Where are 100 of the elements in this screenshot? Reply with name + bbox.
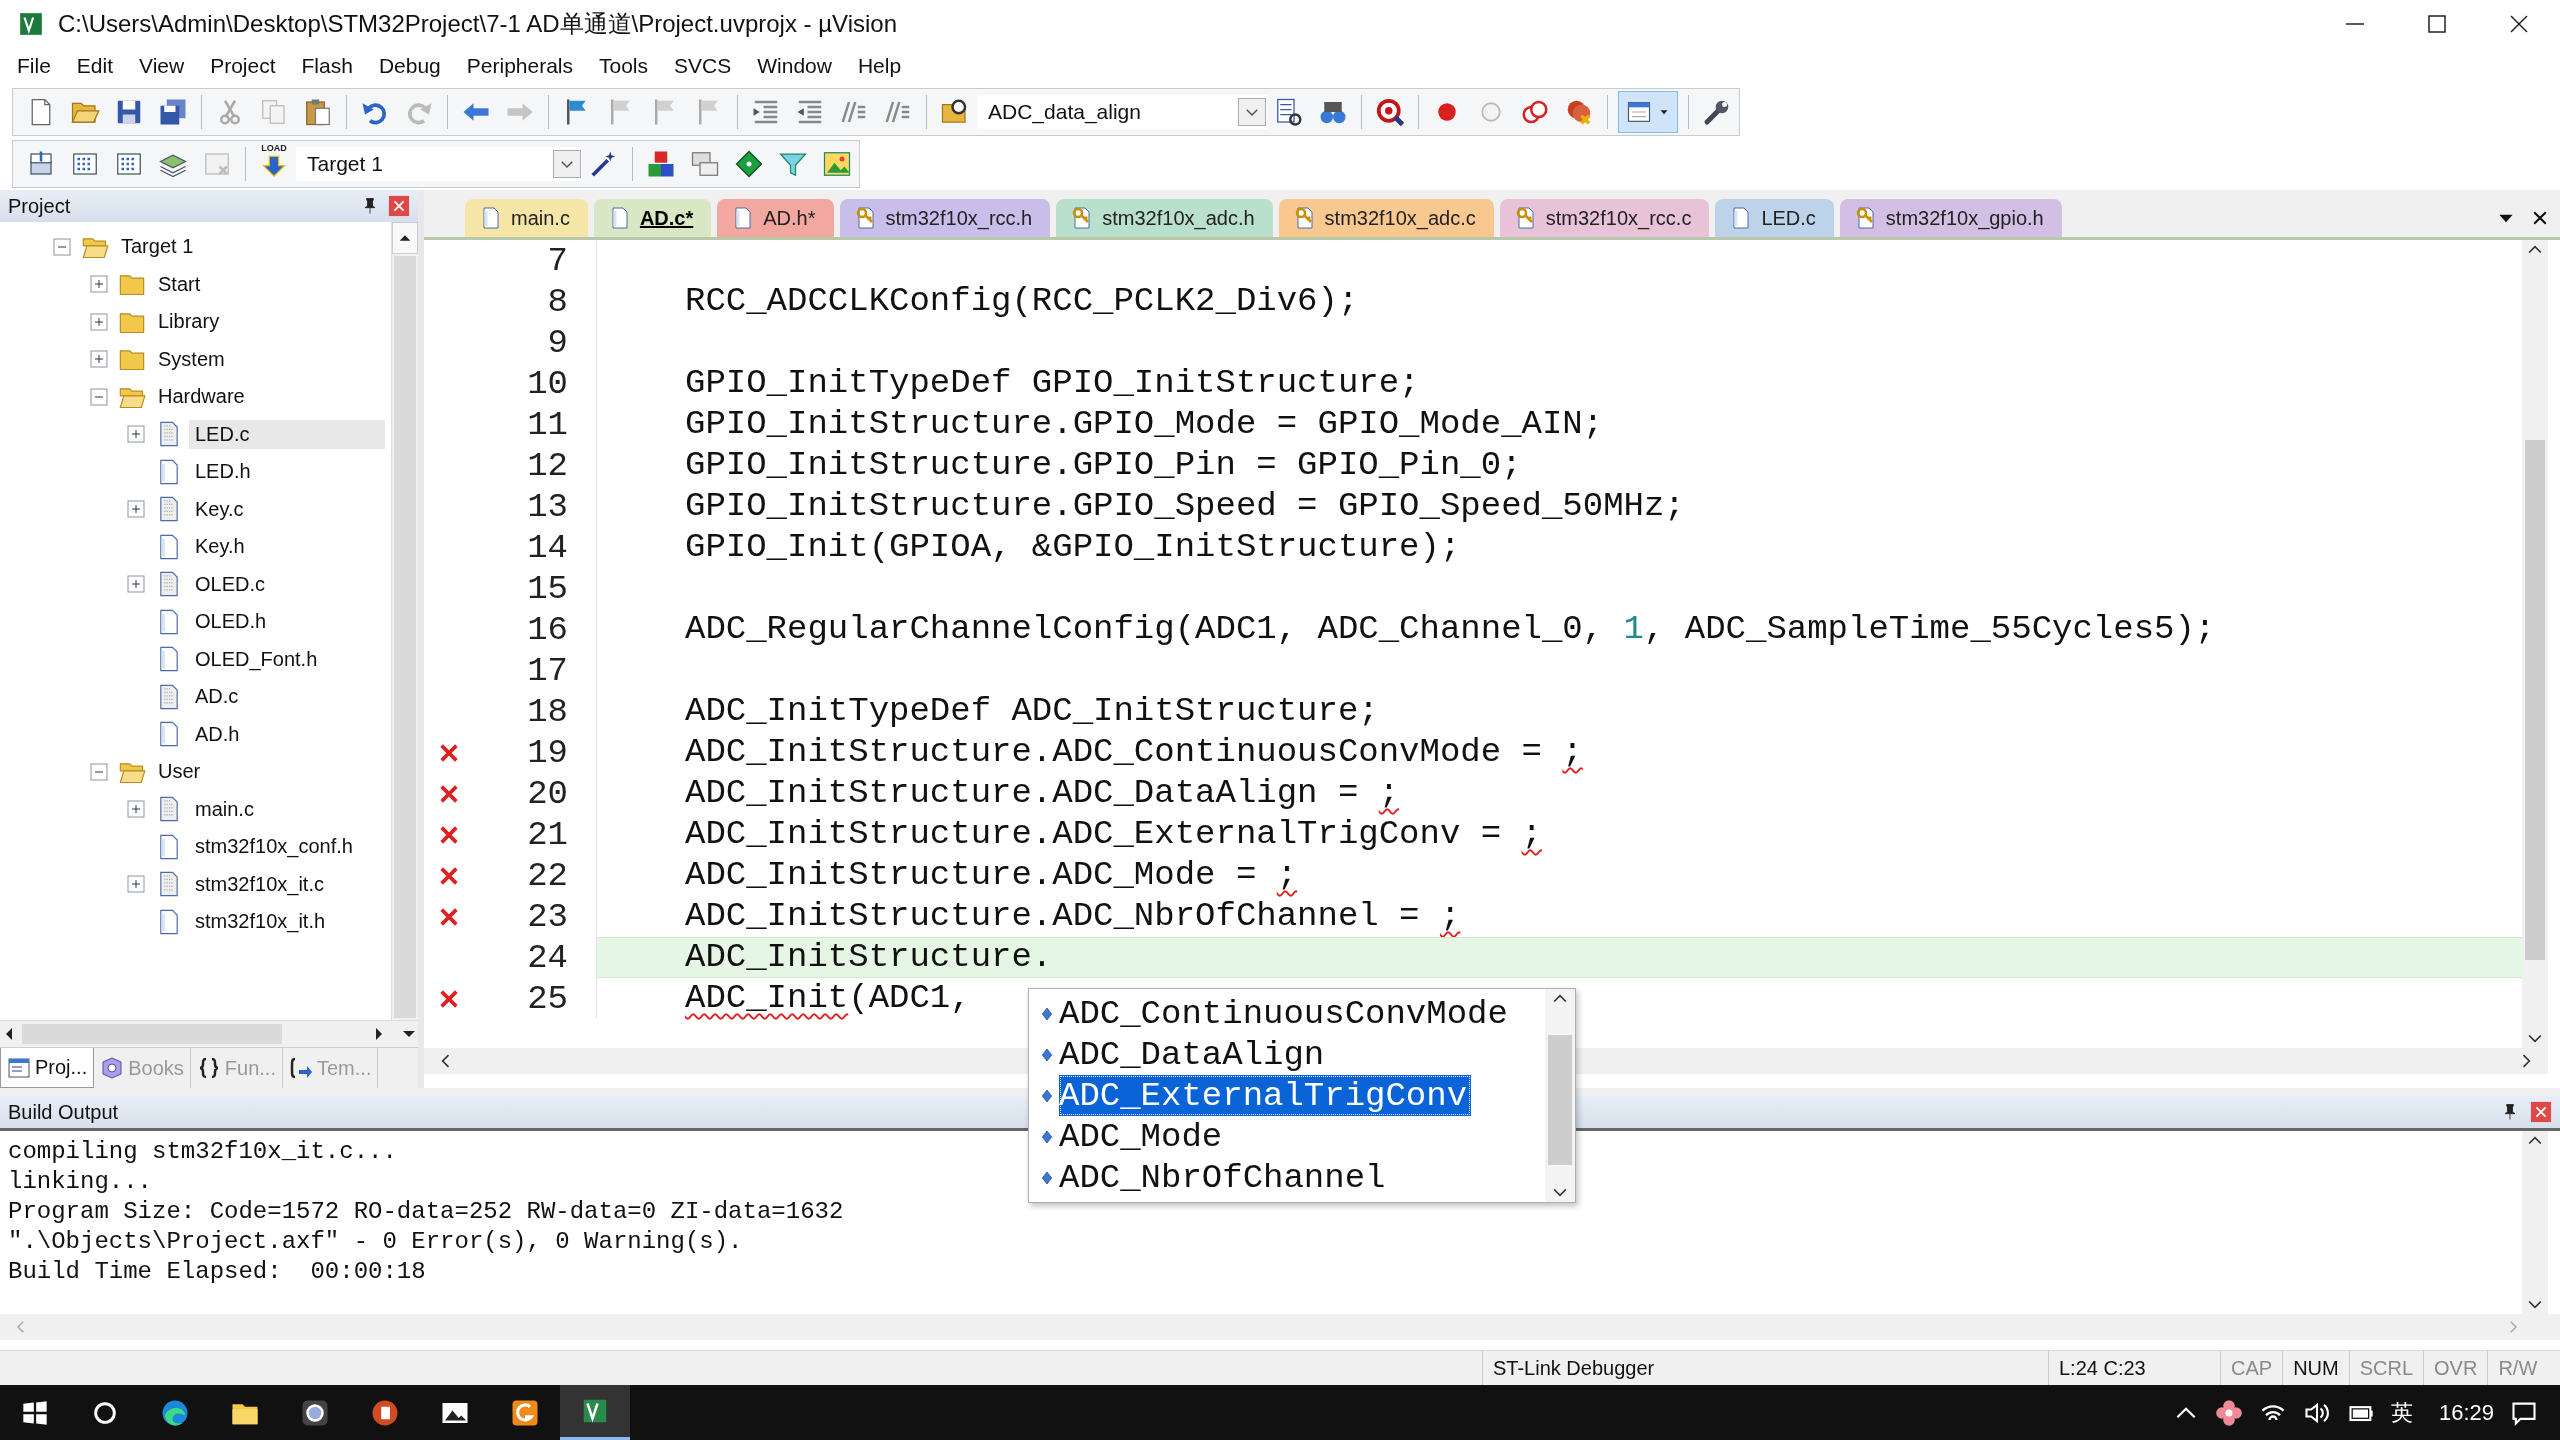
line-number: 16 [526,610,568,649]
tree-item[interactable]: stm32f10x_conf.h [189,832,359,862]
find-combo[interactable]: ADC_data_align [977,95,1267,129]
menu-item[interactable]: View [126,50,198,82]
tree-item[interactable]: Start [152,269,207,299]
tree-item[interactable]: OLED_Font.h [189,644,324,674]
tree-item[interactable]: System [152,344,231,374]
line-number: 22 [526,856,568,895]
taskbar-app[interactable] [560,1385,630,1440]
expand-toggle[interactable] [127,875,145,894]
app-icon [18,11,44,37]
panel-tab[interactable]: Proj... [0,1048,95,1088]
menu-item[interactable]: Project [197,50,289,82]
output-line: compiling stm32f10x_it.c... [8,1138,397,1165]
menu-item[interactable]: Window [744,50,845,82]
panel-title: Build Output [8,1100,120,1124]
menu-item[interactable]: Tools [586,50,662,82]
suggestion-item[interactable]: ADC_ExternalTrigConv [1059,1075,1472,1116]
clock[interactable]: 16:29 [2438,1399,2494,1426]
line-number: 19 [526,733,568,772]
editor-tab[interactable]: AD.h* [717,199,834,237]
editor-tab[interactable]: LED.c [1715,199,1834,237]
gallery-icon[interactable] [822,149,852,179]
collapse-toggle[interactable] [90,762,108,781]
suggestion-item[interactable]: ADC_Mode [1059,1116,1227,1157]
tree-item[interactable]: Library [152,307,226,337]
editor-tab[interactable]: stm32f10x_rcc.h [839,199,1051,237]
flower-icon[interactable] [2214,1398,2243,1427]
tree-item[interactable]: stm32f10x_it.h [189,907,332,937]
diamond-icon[interactable] [734,149,764,179]
expand-toggle[interactable] [90,350,108,369]
menu-item[interactable]: Debug [365,50,454,82]
tree-item[interactable]: OLED.c [189,569,272,599]
line-number: 15 [526,569,568,608]
collapse-toggle[interactable] [53,237,71,256]
start-icon[interactable] [21,1398,49,1427]
tree-item[interactable]: AD.h [189,719,246,749]
expand-toggle[interactable] [127,500,145,519]
load-label[interactable]: LOAD [261,143,287,154]
menu-item[interactable]: Edit [63,50,127,82]
panel-title: Project [8,194,72,218]
menu-item[interactable]: Peripherals [453,50,586,82]
line-number: 20 [526,774,568,813]
expand-toggle[interactable] [127,800,145,819]
expand-toggle[interactable] [90,275,108,294]
tree-item[interactable]: Target 1 [115,232,200,262]
template-icon [289,1056,313,1080]
tree-item[interactable]: main.c [189,794,260,824]
editor-tab[interactable]: main.c [465,199,588,237]
editor-tab[interactable]: AD.c* [593,199,712,237]
line-number: 9 [546,323,568,362]
editor-tab[interactable]: stm32f10x_gpio.h [1839,199,2062,237]
editor-tab[interactable]: stm32f10x_adc.c [1278,199,1494,237]
output-line: Program Size: Code=1572 RO-data=252 RW-data=0 ZI-data=1632 [8,1198,844,1225]
project-icon [7,1055,31,1080]
line-number: 14 [526,528,568,567]
menu-item[interactable]: Flash [288,50,366,82]
tree-item[interactable]: AD.c [189,682,245,712]
tree-item[interactable]: Key.c [189,494,250,524]
paste-icon[interactable] [303,97,333,127]
menu-item[interactable]: File [4,50,64,82]
book-icon [100,1056,125,1080]
editor-tab[interactable]: stm32f10x_adc.h [1056,199,1273,237]
tree-item[interactable]: LED.c [189,419,385,449]
save-all-icon[interactable] [158,97,188,127]
tree-item[interactable]: Hardware [152,382,251,412]
expand-toggle[interactable] [127,575,145,594]
line-number: 17 [526,651,568,690]
output-line: ".\Objects\Project.axf" - 0 Error(s), 0 Warning(s). [8,1228,743,1255]
line-number: 11 [526,405,568,444]
output-line: Build Time Elapsed: 00:00:18 [8,1258,426,1285]
output-line: linking... [8,1168,153,1195]
line-number: 23 [526,897,568,936]
windows-icon[interactable] [690,149,720,179]
editor-tab[interactable]: stm32f10x_rcc.c [1499,199,1710,237]
colored-blocks-icon[interactable] [646,149,676,179]
window-layout-button[interactable] [1618,91,1678,133]
menu-item[interactable]: SVCS [661,50,745,82]
window-title: C:\Users\Admin\Desktop\STM32Project\7-1 AD单通道\Project.uvprojx - µVision [58,9,897,39]
suggestion-item[interactable]: ADC_NbrOfChannel [1059,1157,1390,1198]
tree-item[interactable]: User [152,757,207,787]
line-number: 25 [526,979,568,1018]
tree-item[interactable]: OLED.h [189,607,273,637]
debug-magnifier-icon[interactable] [1375,97,1405,127]
tree-item[interactable]: Key.h [189,532,251,562]
expand-toggle[interactable] [90,312,108,331]
tree-item[interactable]: stm32f10x_it.c [189,869,330,899]
collapse-toggle[interactable] [90,387,108,406]
line-number: 8 [546,282,568,321]
line-number: 21 [526,815,568,854]
maximize-icon[interactable] [2425,12,2449,36]
line-number: 13 [526,487,568,526]
line-number: 7 [546,241,568,280]
input-method-indicator[interactable]: 英 [2390,1397,2413,1428]
expand-toggle[interactable] [127,425,145,444]
find-document-icon[interactable] [1274,97,1304,127]
target-combo[interactable]: Target 1 [296,147,582,181]
menu-item[interactable]: Help [844,50,915,82]
tree-item[interactable]: LED.h [189,457,257,487]
suggestion-item[interactable]: ADC_DataAlign [1059,1034,1329,1075]
